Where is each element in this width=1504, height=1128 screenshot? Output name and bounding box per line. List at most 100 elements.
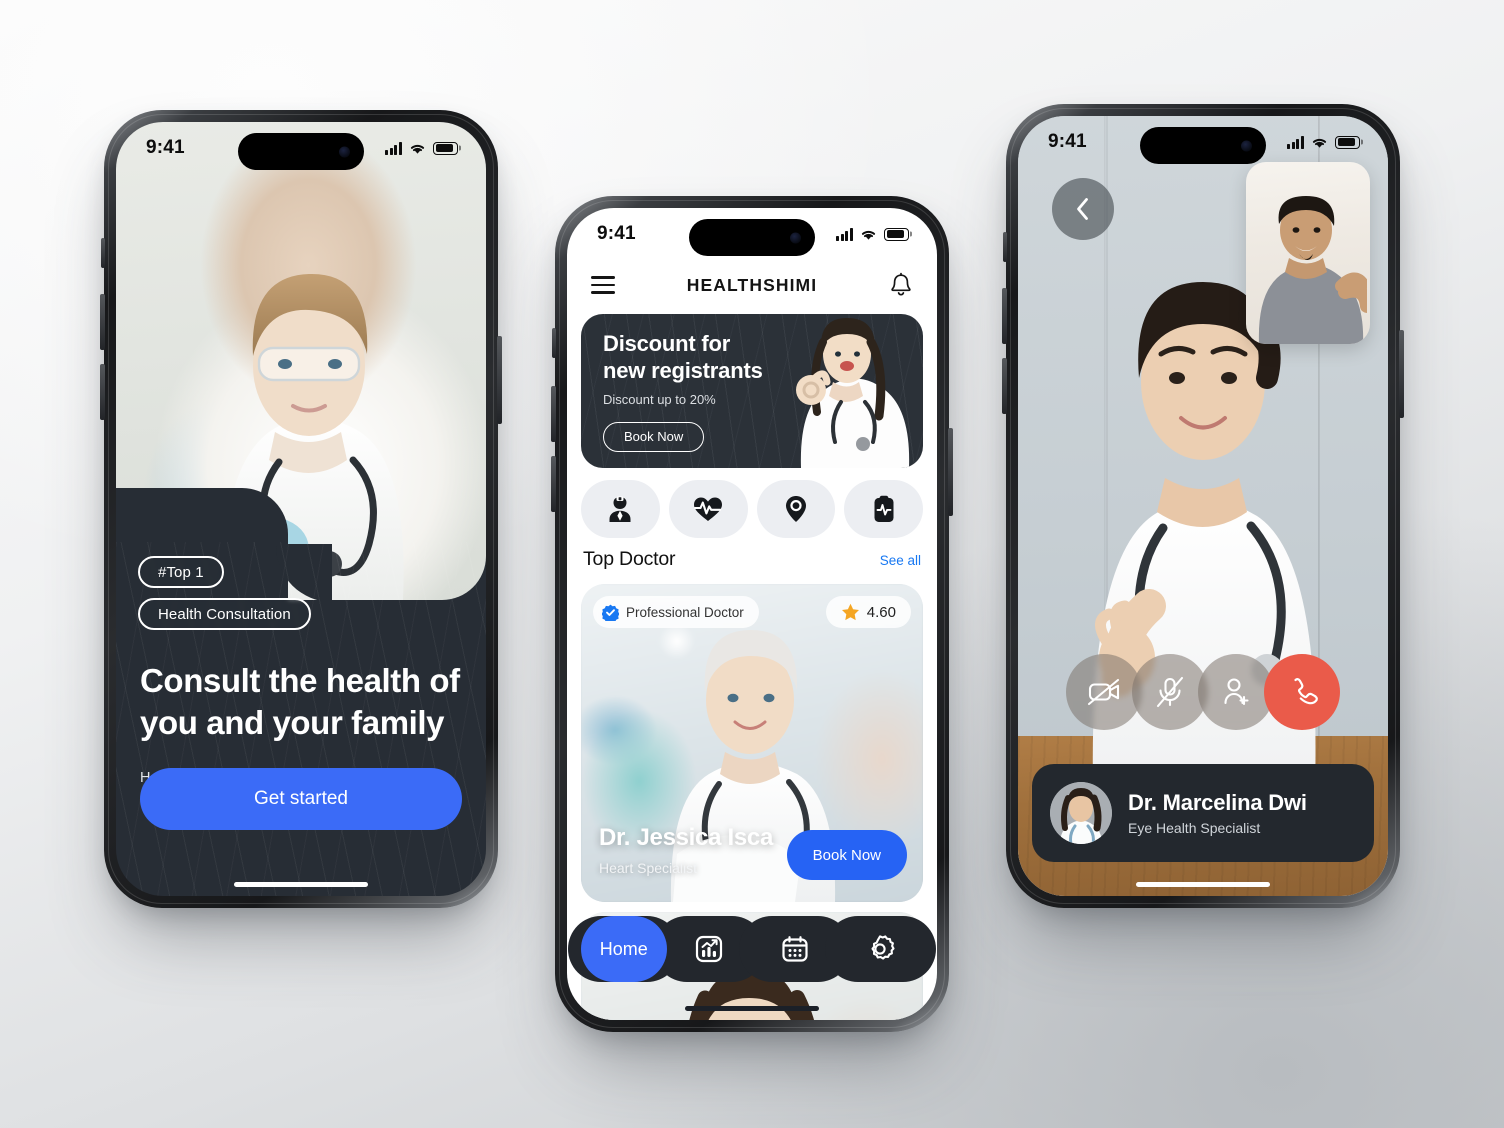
category-doctor[interactable] (581, 480, 660, 538)
bell-icon[interactable] (889, 272, 913, 298)
onboarding-chip-group: #Top 1 Health Consultation (138, 556, 311, 630)
onboarding-title-line1: Consult the health of (140, 662, 460, 699)
chart-growth-icon (696, 935, 723, 963)
phone1-mute-switch[interactable] (101, 238, 105, 268)
battery-icon (884, 227, 909, 241)
microphone-off-button[interactable] (1132, 654, 1208, 730)
promo-doctor-illustration (796, 318, 910, 468)
phone3-volume-down[interactable] (1002, 358, 1007, 414)
phone3-volume-up[interactable] (1002, 288, 1007, 344)
self-view-pip[interactable] (1246, 162, 1370, 344)
clipboard-pulse-icon (874, 495, 894, 522)
hamburger-menu-icon[interactable] (591, 276, 615, 294)
book-now-button[interactable]: Book Now (786, 830, 907, 880)
star-icon (841, 603, 859, 621)
signal-bars-icon (836, 227, 853, 241)
home-indicator[interactable] (1136, 882, 1270, 887)
status-icons (836, 227, 909, 241)
see-all-link[interactable]: See all (880, 553, 921, 568)
avatar (1050, 782, 1112, 844)
phone2-power-button[interactable] (948, 428, 953, 516)
onboarding-hero-image (116, 122, 486, 600)
tab-schedule[interactable] (752, 916, 838, 982)
doctor-avatar (1050, 782, 1112, 844)
badge-label: Professional Doctor (626, 604, 744, 620)
heartbeat-icon (694, 497, 723, 521)
doctor-card[interactable]: Professional Doctor 4.60 Dr. Jessica Isc… (581, 584, 923, 902)
phone-onboarding: 9:41 #Top 1 Health Consultation Consult … (100, 110, 502, 908)
status-bar: 9:41 (1018, 116, 1388, 168)
promo-book-now-button[interactable]: Book Now (603, 421, 705, 452)
chip-health-consultation[interactable]: Health Consultation (138, 598, 311, 630)
category-row (581, 480, 923, 538)
status-bar: 9:41 (567, 208, 937, 260)
section-header-top-doctor: Top Doctor See all (583, 548, 921, 571)
location-pin-plus-icon (785, 496, 806, 522)
tab-settings[interactable] (838, 916, 924, 982)
home-indicator[interactable] (234, 882, 368, 887)
calendar-icon (782, 936, 808, 962)
wifi-icon (1312, 138, 1327, 148)
status-icons (1287, 135, 1360, 149)
end-call-button[interactable] (1264, 654, 1340, 730)
phone1-power-button[interactable] (497, 336, 502, 424)
phone2-volume-up[interactable] (551, 386, 556, 442)
badge-rating: 4.60 (825, 596, 911, 628)
section-title: Top Doctor (583, 548, 676, 570)
get-started-button[interactable]: Get started (140, 768, 462, 830)
participant-text: Dr. Marcelina Dwi Eye Health Specialist (1128, 790, 1307, 836)
gear-icon (871, 935, 895, 960)
app-bar: HEALTHSHIMI (567, 260, 937, 310)
home-screen: 9:41 HEALTHSHIMI Discount for new regist… (567, 208, 937, 1020)
onboarding-screen: 9:41 #Top 1 Health Consultation Consult … (116, 122, 486, 896)
promo-subtext: Discount up to 20% (603, 391, 716, 407)
phone3-mute-switch[interactable] (1003, 232, 1007, 262)
video-call-screen: 9:41 Dr. Marcelina Dwi Eye Health Specia… (1018, 116, 1388, 896)
home-indicator[interactable] (685, 1006, 819, 1011)
tab-home-label: Home (581, 916, 667, 982)
promo-heading-line1: Discount for (603, 331, 731, 356)
call-controls (1018, 654, 1388, 730)
category-cardiology[interactable] (668, 480, 748, 538)
badge-professional-doctor: Professional Doctor (593, 596, 759, 628)
status-time: 9:41 (597, 223, 636, 244)
chip-top-1[interactable]: #Top 1 (138, 556, 224, 588)
wifi-icon (410, 144, 425, 154)
signal-bars-icon (385, 141, 402, 155)
chevron-left-icon (1077, 198, 1088, 220)
camera-off-button[interactable] (1066, 654, 1142, 730)
participant-specialty: Eye Health Specialist (1128, 820, 1261, 836)
promo-heading: Discount for new registrants (603, 330, 763, 385)
battery-icon (433, 141, 458, 155)
doctor-specialty: Heart Specialist (599, 860, 698, 876)
phone1-volume-up[interactable] (100, 294, 105, 350)
participant-info-bar: Dr. Marcelina Dwi Eye Health Specialist (1032, 764, 1374, 862)
promo-banner[interactable]: Discount for new registrants Discount up… (581, 314, 923, 468)
bottom-tab-bar: Home (568, 916, 936, 982)
onboarding-title: Consult the health of you and your famil… (140, 660, 462, 744)
status-bar: 9:41 (116, 122, 486, 174)
phone2-mute-switch[interactable] (552, 328, 556, 358)
doctor-name: Dr. Jessica Isca (599, 824, 774, 851)
tab-statistics[interactable] (667, 916, 753, 982)
signal-bars-icon (1287, 135, 1304, 149)
status-icons (385, 141, 458, 155)
back-button[interactable] (1052, 178, 1114, 240)
tab-home[interactable]: Home (581, 916, 667, 982)
add-participant-button[interactable] (1198, 654, 1274, 730)
status-time: 9:41 (146, 137, 185, 158)
doctor-nurse-icon (609, 496, 631, 522)
phone1-volume-down[interactable] (100, 364, 105, 420)
phone2-volume-down[interactable] (551, 456, 556, 512)
phone3-power-button[interactable] (1399, 330, 1404, 418)
microphone-off-icon (1156, 676, 1184, 708)
video-camera-off-icon (1087, 678, 1120, 706)
participant-name: Dr. Marcelina Dwi (1128, 790, 1307, 815)
self-view-video (1258, 196, 1367, 344)
phone-icon (1294, 678, 1318, 705)
onboarding-title-line2: you and your family (140, 704, 445, 742)
category-location[interactable] (756, 480, 836, 538)
promo-heading-line2: new registrants (603, 358, 763, 384)
category-records[interactable] (844, 480, 923, 538)
status-time: 9:41 (1048, 131, 1087, 152)
